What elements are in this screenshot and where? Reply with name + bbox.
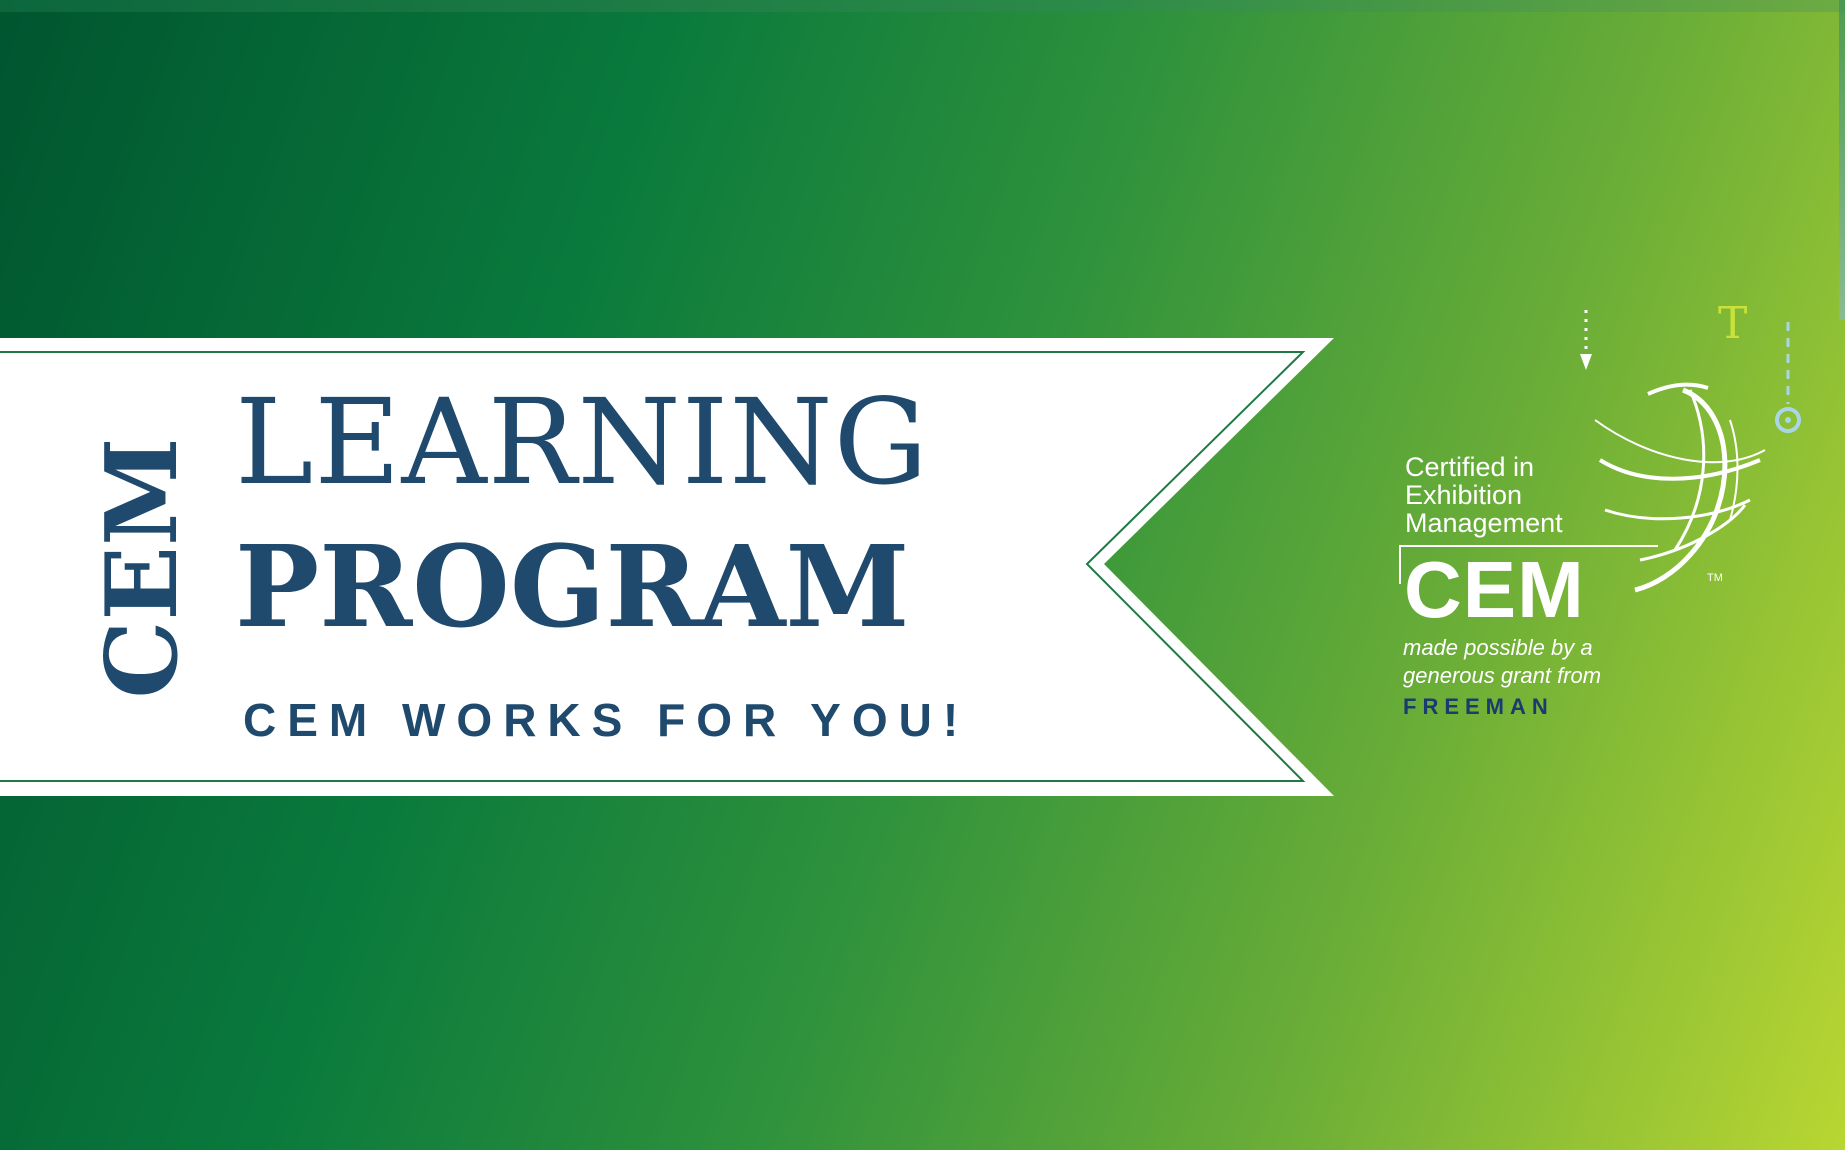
cem-logo: Certified in Exhibition Management CEM T… bbox=[1390, 310, 1820, 730]
tagline: CEM WORKS FOR YOU! bbox=[243, 694, 970, 746]
logo-credit-line2: generous grant from bbox=[1403, 663, 1602, 688]
title-learning: LEARNING bbox=[235, 373, 929, 511]
logo-certified-text: Certified in bbox=[1405, 452, 1535, 482]
logo-credit-line1: made possible by a bbox=[1403, 635, 1593, 660]
trademark-mark: TM bbox=[1707, 572, 1723, 584]
sponsor-freeman: FREEMAN bbox=[1403, 694, 1554, 719]
title-program: PROGRAM bbox=[235, 522, 910, 653]
logo-management-text: Management bbox=[1405, 508, 1563, 538]
vertical-cem-text: CEM bbox=[85, 437, 200, 699]
logo-exhibition-text: Exhibition bbox=[1405, 480, 1523, 510]
logo-cem-acronym: CEM bbox=[1404, 545, 1585, 634]
